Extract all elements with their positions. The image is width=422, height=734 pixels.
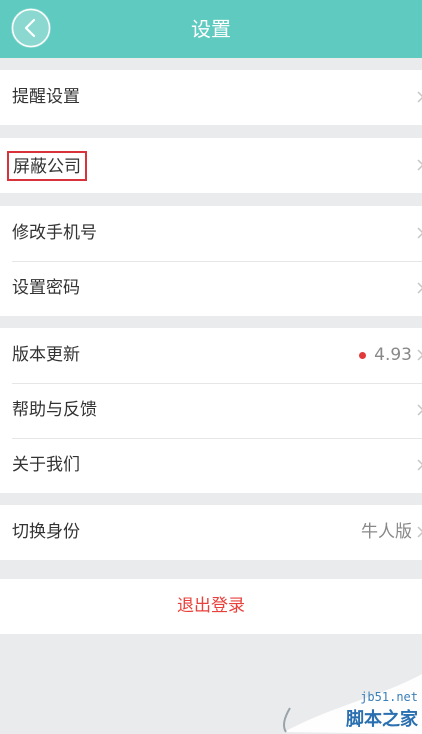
row-label: 设置密码	[12, 278, 80, 298]
settings-group-account: 修改手机号 设置密码	[0, 206, 422, 316]
row-label: 修改手机号	[12, 223, 97, 243]
row-reminder-settings[interactable]: 提醒设置	[0, 70, 422, 125]
nav-bar: 设置	[0, 0, 422, 58]
update-badge	[359, 352, 366, 359]
chevron-right-icon	[417, 459, 422, 471]
watermark-name: 脚本之家	[346, 709, 418, 730]
row-label: 版本更新	[12, 345, 80, 365]
row-block-companies[interactable]: 屏蔽公司	[0, 138, 422, 193]
chevron-right-icon	[417, 159, 422, 171]
row-label-highlighted: 屏蔽公司	[7, 151, 87, 181]
logout-button[interactable]: 退出登录	[0, 579, 422, 634]
row-switch-identity[interactable]: 切换身份 牛人版	[0, 505, 422, 560]
chevron-right-icon	[417, 91, 422, 103]
watermark-url: jb51.net	[360, 690, 418, 704]
chevron-right-icon	[417, 227, 422, 239]
row-about-us[interactable]: 关于我们	[0, 438, 422, 493]
row-set-password[interactable]: 设置密码	[0, 261, 422, 316]
settings-group-identity: 切换身份 牛人版	[0, 505, 422, 560]
row-help-feedback[interactable]: 帮助与反馈	[0, 383, 422, 438]
chevron-right-icon	[417, 282, 422, 294]
identity-value: 牛人版	[361, 522, 412, 542]
row-label: 切换身份	[12, 522, 80, 542]
row-label: 帮助与反馈	[12, 400, 97, 420]
row-label: 提醒设置	[12, 87, 80, 107]
row-change-phone[interactable]: 修改手机号	[0, 206, 422, 261]
settings-group-reminders: 提醒设置	[0, 70, 422, 125]
row-version-update[interactable]: 版本更新 4.93	[0, 328, 422, 383]
settings-group-block: 屏蔽公司	[0, 138, 422, 193]
version-value: 4.93	[374, 345, 412, 365]
chevron-right-icon	[417, 526, 422, 538]
page-title: 设置	[191, 17, 231, 41]
chevron-right-icon	[417, 404, 422, 416]
watermark: jb51.net 脚本之家	[272, 666, 422, 734]
settings-group-about: 版本更新 4.93 帮助与反馈 关于我们	[0, 328, 422, 493]
chevron-right-icon	[417, 349, 422, 361]
settings-screen: 设置 提醒设置 屏蔽公司 修改手机号 设置密码 版本更新 4.93 帮助与反馈 …	[0, 0, 422, 734]
row-label: 关于我们	[12, 455, 80, 475]
